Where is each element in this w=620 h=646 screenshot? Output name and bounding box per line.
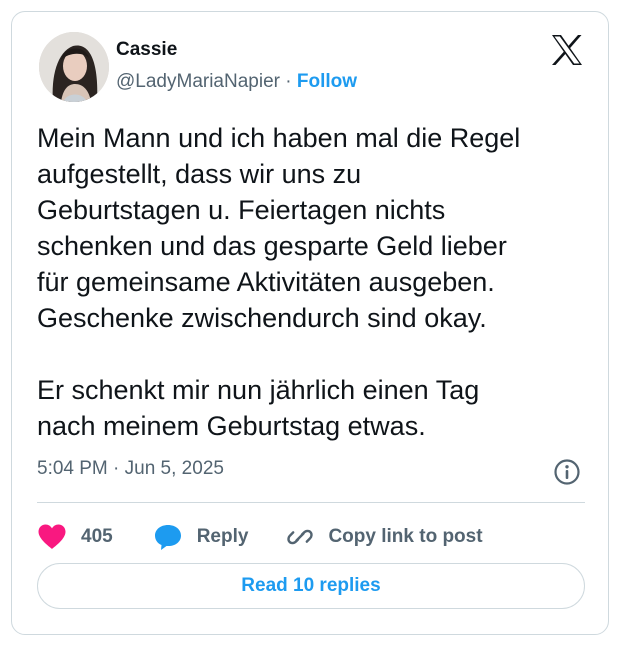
follow-button[interactable]: Follow: [297, 71, 357, 92]
tweet-card: Cassie @LadyMariaNapier · Follow Mein Ma…: [11, 11, 609, 635]
avatar-image: [39, 32, 109, 102]
divider: [37, 502, 585, 503]
heart-icon: [38, 524, 66, 549]
separator-dot: ·: [285, 71, 292, 92]
like-count: 405: [81, 526, 113, 547]
link-icon: [287, 529, 314, 545]
copy-link-button[interactable]: Copy link to post: [286, 523, 483, 551]
copy-link-label: Copy link to post: [328, 526, 483, 547]
reply-button[interactable]: Reply: [153, 523, 249, 551]
reply-bubble-icon: [154, 525, 181, 550]
post-text: Mein Mann und ich haben mal die Regel au…: [37, 123, 521, 441]
x-logo-icon[interactable]: [549, 32, 585, 68]
author-handle-row: @LadyMariaNapier · Follow: [116, 71, 357, 93]
info-icon[interactable]: [553, 458, 581, 486]
read-replies-button[interactable]: Read 10 replies: [37, 563, 585, 609]
action-bar: 405 Reply Copy link to post: [37, 517, 483, 557]
reply-label: Reply: [196, 526, 249, 547]
read-replies-label: Read 10 replies: [241, 575, 381, 596]
avatar[interactable]: [39, 32, 109, 102]
post-timestamp[interactable]: 5:04 PM · Jun 5, 2025: [37, 458, 224, 480]
author-name[interactable]: Cassie: [116, 39, 177, 61]
like-button[interactable]: 405: [37, 523, 113, 551]
author-handle[interactable]: @LadyMariaNapier: [116, 71, 280, 92]
